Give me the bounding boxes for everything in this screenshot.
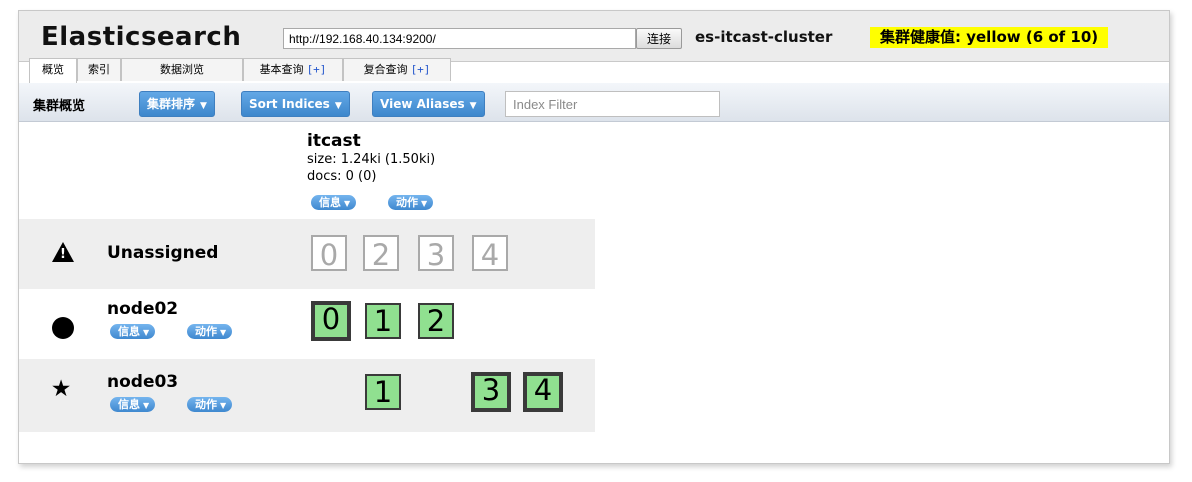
sort-indices-dropdown[interactable]: Sort Indices ▼	[241, 91, 350, 117]
pill-label: 动作	[195, 398, 217, 411]
node-row-node02: node02 信息 ▼ 动作 ▼ 0 1 2	[19, 289, 595, 359]
pill-label: 动作	[396, 196, 418, 209]
shard-unassigned[interactable]: 2	[363, 235, 399, 272]
index-filter-input[interactable]	[505, 91, 720, 117]
dropdown-label: Sort Indices	[249, 97, 330, 111]
index-action-button[interactable]: 动作 ▼	[388, 195, 434, 210]
shard-replica[interactable]: 1	[365, 303, 401, 339]
index-docs: docs: 0 (0)	[307, 169, 377, 184]
shard-replica[interactable]: 2	[418, 303, 454, 339]
toolbar-title: 集群概览	[33, 99, 86, 114]
shard-primary[interactable]: 0	[311, 301, 351, 341]
caret-down-icon: ▼	[334, 101, 342, 111]
caret-down-icon: ▼	[421, 199, 428, 208]
pill-label: 动作	[195, 325, 217, 338]
unassigned-row: ! Unassigned 0 2 3 4	[19, 219, 595, 289]
node-info-button[interactable]: 信息 ▼	[110, 397, 156, 412]
node-name: node03	[107, 372, 179, 392]
connect-button[interactable]: 连接	[636, 28, 682, 49]
index-info-button[interactable]: 信息 ▼	[311, 195, 357, 210]
cluster-health-badge: 集群健康值: yellow (6 of 10)	[870, 27, 1109, 48]
index-name: itcast	[307, 131, 361, 151]
caret-down-icon: ▼	[220, 401, 227, 410]
pill-label: 信息	[319, 196, 341, 209]
shard-primary[interactable]: 4	[523, 372, 563, 412]
app-title: Elasticsearch	[41, 22, 242, 52]
toolbar: 集群概览 集群排序 ▼ Sort Indices ▼ View Aliases ▼	[19, 83, 1169, 122]
pill-label: 信息	[118, 398, 140, 411]
node-name: node02	[107, 299, 179, 319]
star-icon: ★	[50, 376, 72, 402]
tab-overview[interactable]: 概览	[29, 58, 77, 83]
url-input[interactable]	[283, 28, 636, 49]
caret-down-icon: ▼	[344, 199, 351, 208]
warning-icon-mark: !	[60, 247, 66, 262]
shard-primary[interactable]: 3	[471, 372, 511, 412]
caret-down-icon: ▼	[143, 401, 150, 410]
dropdown-label: View Aliases	[380, 97, 465, 111]
tab-label: 基本查询	[259, 63, 304, 76]
tab-plus: [+]	[410, 63, 431, 76]
shard-unassigned[interactable]: 3	[418, 235, 454, 272]
tab-plus: [+]	[306, 63, 327, 76]
tab-label: 复合查询	[363, 63, 408, 76]
elasticsearch-head-window: Elasticsearch 连接 es-itcast-cluster 集群健康值…	[18, 10, 1170, 464]
unassigned-label: Unassigned	[107, 243, 219, 263]
tab-label: 索引	[88, 63, 110, 76]
pill-label: 信息	[118, 325, 140, 338]
cluster-sort-dropdown[interactable]: 集群排序 ▼	[139, 91, 215, 117]
tab-label: 概览	[42, 63, 64, 76]
header-bar: Elasticsearch 连接 es-itcast-cluster 集群健康值…	[19, 11, 1169, 62]
view-aliases-dropdown[interactable]: View Aliases ▼	[372, 91, 485, 117]
caret-down-icon: ▼	[220, 328, 227, 337]
tab-indices[interactable]: 索引	[77, 58, 121, 81]
node-action-button[interactable]: 动作 ▼	[187, 397, 233, 412]
tab-basic-query[interactable]: 基本查询 [+]	[243, 58, 343, 81]
shard-unassigned[interactable]: 0	[311, 235, 347, 272]
dropdown-label: 集群排序	[147, 97, 196, 111]
node-info-button[interactable]: 信息 ▼	[110, 324, 156, 339]
cluster-name: es-itcast-cluster	[695, 28, 833, 46]
circle-icon	[52, 317, 74, 339]
caret-down-icon: ▼	[143, 328, 150, 337]
index-size: size: 1.24ki (1.50ki)	[307, 152, 436, 167]
caret-down-icon: ▼	[469, 101, 477, 111]
node-action-button[interactable]: 动作 ▼	[187, 324, 233, 339]
tab-browser[interactable]: 数据浏览	[121, 58, 243, 81]
tab-compound-query[interactable]: 复合查询 [+]	[343, 58, 451, 81]
node-row-node03: ★ node03 信息 ▼ 动作 ▼ 1 3 4	[19, 359, 595, 432]
shard-unassigned[interactable]: 4	[472, 235, 508, 272]
tab-label: 数据浏览	[160, 63, 204, 76]
shard-replica[interactable]: 1	[365, 374, 401, 410]
caret-down-icon: ▼	[200, 101, 207, 111]
